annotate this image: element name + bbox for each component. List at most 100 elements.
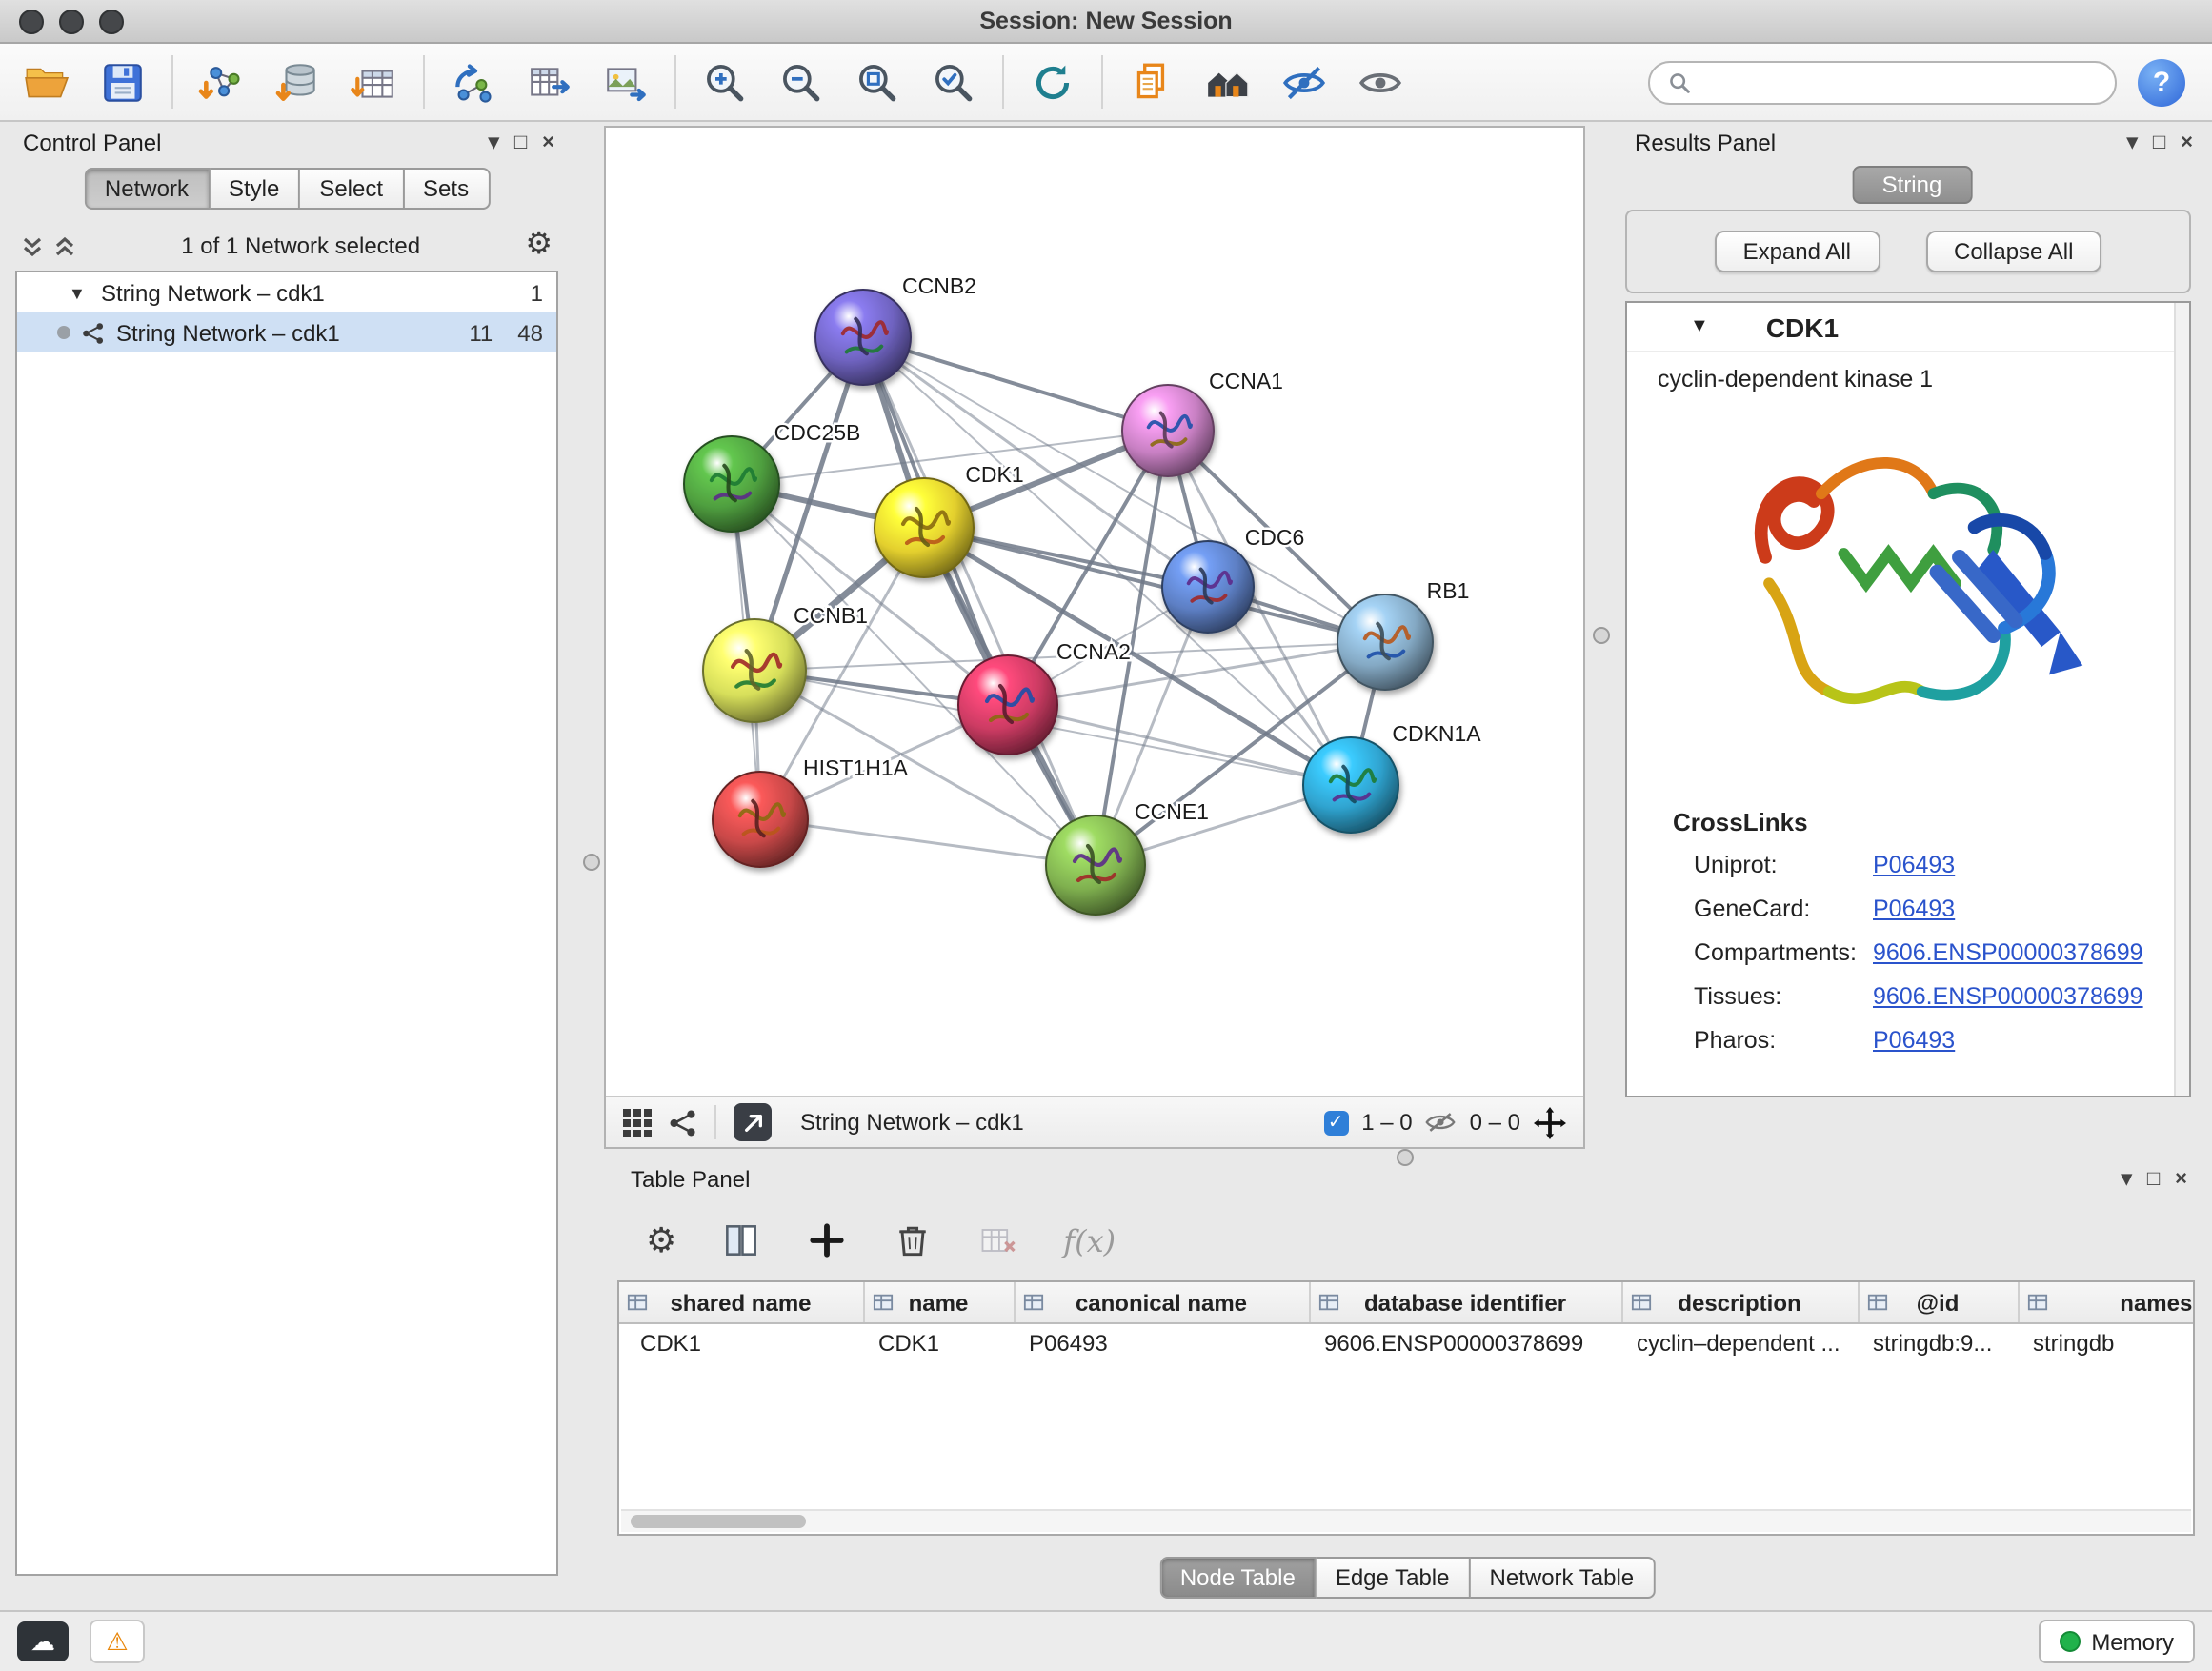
column-header-shared-name[interactable]: shared name xyxy=(619,1282,863,1323)
network-collection-row[interactable]: ▼ String Network – cdk1 1 xyxy=(17,272,556,312)
column-header-name[interactable]: name xyxy=(863,1282,1014,1323)
panel-menu-icon[interactable]: ▾ xyxy=(489,132,499,153)
tab-network[interactable]: Network xyxy=(84,168,210,210)
table-row[interactable]: CDK1 CDK1 P06493 9606.ENSP00000378699 cy… xyxy=(619,1323,2195,1362)
network-node-ccna2[interactable] xyxy=(958,655,1057,755)
entry-expand-icon[interactable]: ▼ xyxy=(1690,316,1709,337)
splitter-handle[interactable] xyxy=(1593,627,1610,644)
panel-close-icon[interactable]: × xyxy=(2181,132,2193,153)
collapse-all-button[interactable]: Collapse All xyxy=(1925,231,2101,272)
help-button[interactable]: ? xyxy=(2138,58,2185,106)
open-session-button[interactable] xyxy=(19,53,74,111)
show-all-button[interactable] xyxy=(1353,53,1408,111)
zoom-in-button[interactable] xyxy=(697,53,753,111)
memory-button[interactable]: Memory xyxy=(2038,1620,2195,1663)
zoom-out-button[interactable] xyxy=(774,53,829,111)
import-network-database-button[interactable] xyxy=(271,53,326,111)
hidden-eye-slash-icon[interactable] xyxy=(1426,1111,1457,1134)
splitter-handle[interactable] xyxy=(1397,1149,1414,1166)
add-column-icon[interactable] xyxy=(806,1219,848,1261)
export-table-button[interactable] xyxy=(522,53,577,111)
crosslink-link[interactable]: P06493 xyxy=(1873,896,1955,922)
column-header-id[interactable]: @id xyxy=(1858,1282,2018,1323)
network-graph[interactable]: CCNB2CCNA1CDC25BCDK1CDC6RB1CCNB1CCNA2CDK… xyxy=(606,128,1583,1096)
table-horizontal-scrollbar[interactable] xyxy=(621,1509,2191,1532)
panel-close-icon[interactable]: × xyxy=(542,132,554,153)
network-node-hist1h1a[interactable] xyxy=(713,772,808,867)
open-external-button[interactable] xyxy=(734,1103,772,1141)
cell-database-identifier[interactable]: 9606.ENSP00000378699 xyxy=(1309,1323,1621,1362)
splitter-handle[interactable] xyxy=(583,854,600,871)
zoom-selected-button[interactable] xyxy=(926,53,981,111)
zoom-fit-button[interactable] xyxy=(850,53,905,111)
panel-menu-icon[interactable]: ▾ xyxy=(2122,1169,2132,1190)
expand-all-icon[interactable] xyxy=(53,233,76,258)
result-entry-header[interactable]: ▼ CDK1 xyxy=(1627,303,2189,352)
collapse-all-icon[interactable] xyxy=(21,233,44,258)
import-table-button[interactable] xyxy=(347,53,402,111)
save-session-button[interactable] xyxy=(95,53,151,111)
export-image-button[interactable] xyxy=(598,53,654,111)
tab-network-table[interactable]: Network Table xyxy=(1471,1557,1656,1599)
import-network-file-button[interactable] xyxy=(194,53,250,111)
panel-menu-icon[interactable]: ▾ xyxy=(2127,132,2138,153)
tab-select[interactable]: Select xyxy=(300,168,404,210)
column-header-canonical-name[interactable]: canonical name xyxy=(1014,1282,1309,1323)
tab-edge-table[interactable]: Edge Table xyxy=(1317,1557,1471,1599)
hide-selected-button[interactable] xyxy=(1277,53,1332,111)
crosslink-link[interactable]: 9606.ENSP00000378699 xyxy=(1873,983,2143,1010)
network-edges[interactable] xyxy=(732,337,1385,865)
apply-layout-button[interactable] xyxy=(1025,53,1080,111)
share-icon[interactable] xyxy=(669,1108,697,1137)
expand-all-button[interactable]: Expand All xyxy=(1715,231,1880,272)
network-view[interactable]: CCNB2CCNA1CDC25BCDK1CDC6RB1CCNB1CCNA2CDK… xyxy=(604,126,1585,1149)
network-node-ccnb2[interactable] xyxy=(815,290,911,385)
warnings-button[interactable]: ⚠ xyxy=(90,1620,145,1663)
crosslink-link[interactable]: 9606.ENSP00000378699 xyxy=(1873,939,2143,966)
scrollbar-thumb[interactable] xyxy=(631,1515,806,1528)
tab-style[interactable]: Style xyxy=(210,168,300,210)
cloud-button[interactable]: ☁ xyxy=(17,1621,69,1661)
birdseye-grid-icon[interactable] xyxy=(623,1108,652,1137)
tab-node-table[interactable]: Node Table xyxy=(1159,1557,1317,1599)
tab-sets[interactable]: Sets xyxy=(404,168,490,210)
column-header-namespace[interactable]: namespac xyxy=(2018,1282,2195,1323)
cell-shared-name[interactable]: CDK1 xyxy=(619,1323,863,1362)
results-scrollbar[interactable] xyxy=(2174,303,2189,1096)
cell-id[interactable]: stringdb:9... xyxy=(1858,1323,2018,1362)
search-input[interactable] xyxy=(1703,67,2098,97)
new-network-button[interactable] xyxy=(446,53,501,111)
cell-canonical-name[interactable]: P06493 xyxy=(1014,1323,1309,1362)
network-node-cdkn1a[interactable] xyxy=(1303,737,1398,833)
network-node-ccna1[interactable] xyxy=(1122,385,1214,476)
cell-description[interactable]: cyclin–dependent ... xyxy=(1621,1323,1858,1362)
collection-expand-icon[interactable]: ▼ xyxy=(69,283,90,302)
selected-checkbox-icon[interactable]: ✓ xyxy=(1323,1110,1348,1135)
network-options-gear-icon[interactable]: ⚙ xyxy=(525,231,553,261)
function-builder-icon[interactable]: f(x) xyxy=(1063,1222,1116,1258)
crosslink-link[interactable]: P06493 xyxy=(1873,1027,1955,1054)
delete-column-icon[interactable] xyxy=(892,1219,934,1261)
network-row[interactable]: String Network – cdk1 11 48 xyxy=(17,312,556,352)
search-field[interactable] xyxy=(1648,60,2117,104)
home-button[interactable] xyxy=(1200,53,1256,111)
network-node-ccne1[interactable] xyxy=(1046,815,1145,915)
table-options-gear-icon[interactable]: ⚙ xyxy=(646,1225,676,1256)
column-header-description[interactable]: description xyxy=(1621,1282,1858,1323)
delete-table-icon[interactable] xyxy=(977,1219,1019,1261)
network-node-cdk1[interactable] xyxy=(875,478,974,577)
select-columns-icon[interactable] xyxy=(720,1219,762,1261)
network-node-cdc25b[interactable] xyxy=(684,436,779,532)
network-node-ccnb1[interactable] xyxy=(703,619,806,722)
tab-string[interactable]: String xyxy=(1852,166,1973,204)
copy-document-button[interactable] xyxy=(1124,53,1179,111)
cell-namespace[interactable]: stringdb xyxy=(2018,1323,2195,1362)
panel-float-icon[interactable]: □ xyxy=(2153,132,2165,153)
crosslink-link[interactable]: P06493 xyxy=(1873,852,1955,878)
panel-float-icon[interactable]: □ xyxy=(514,132,527,153)
network-node-cdc6[interactable] xyxy=(1162,541,1254,633)
column-header-database-identifier[interactable]: database identifier xyxy=(1309,1282,1621,1323)
pan-crosshair-icon[interactable] xyxy=(1534,1106,1566,1138)
panel-float-icon[interactable]: □ xyxy=(2147,1169,2160,1190)
panel-close-icon[interactable]: × xyxy=(2175,1169,2187,1190)
